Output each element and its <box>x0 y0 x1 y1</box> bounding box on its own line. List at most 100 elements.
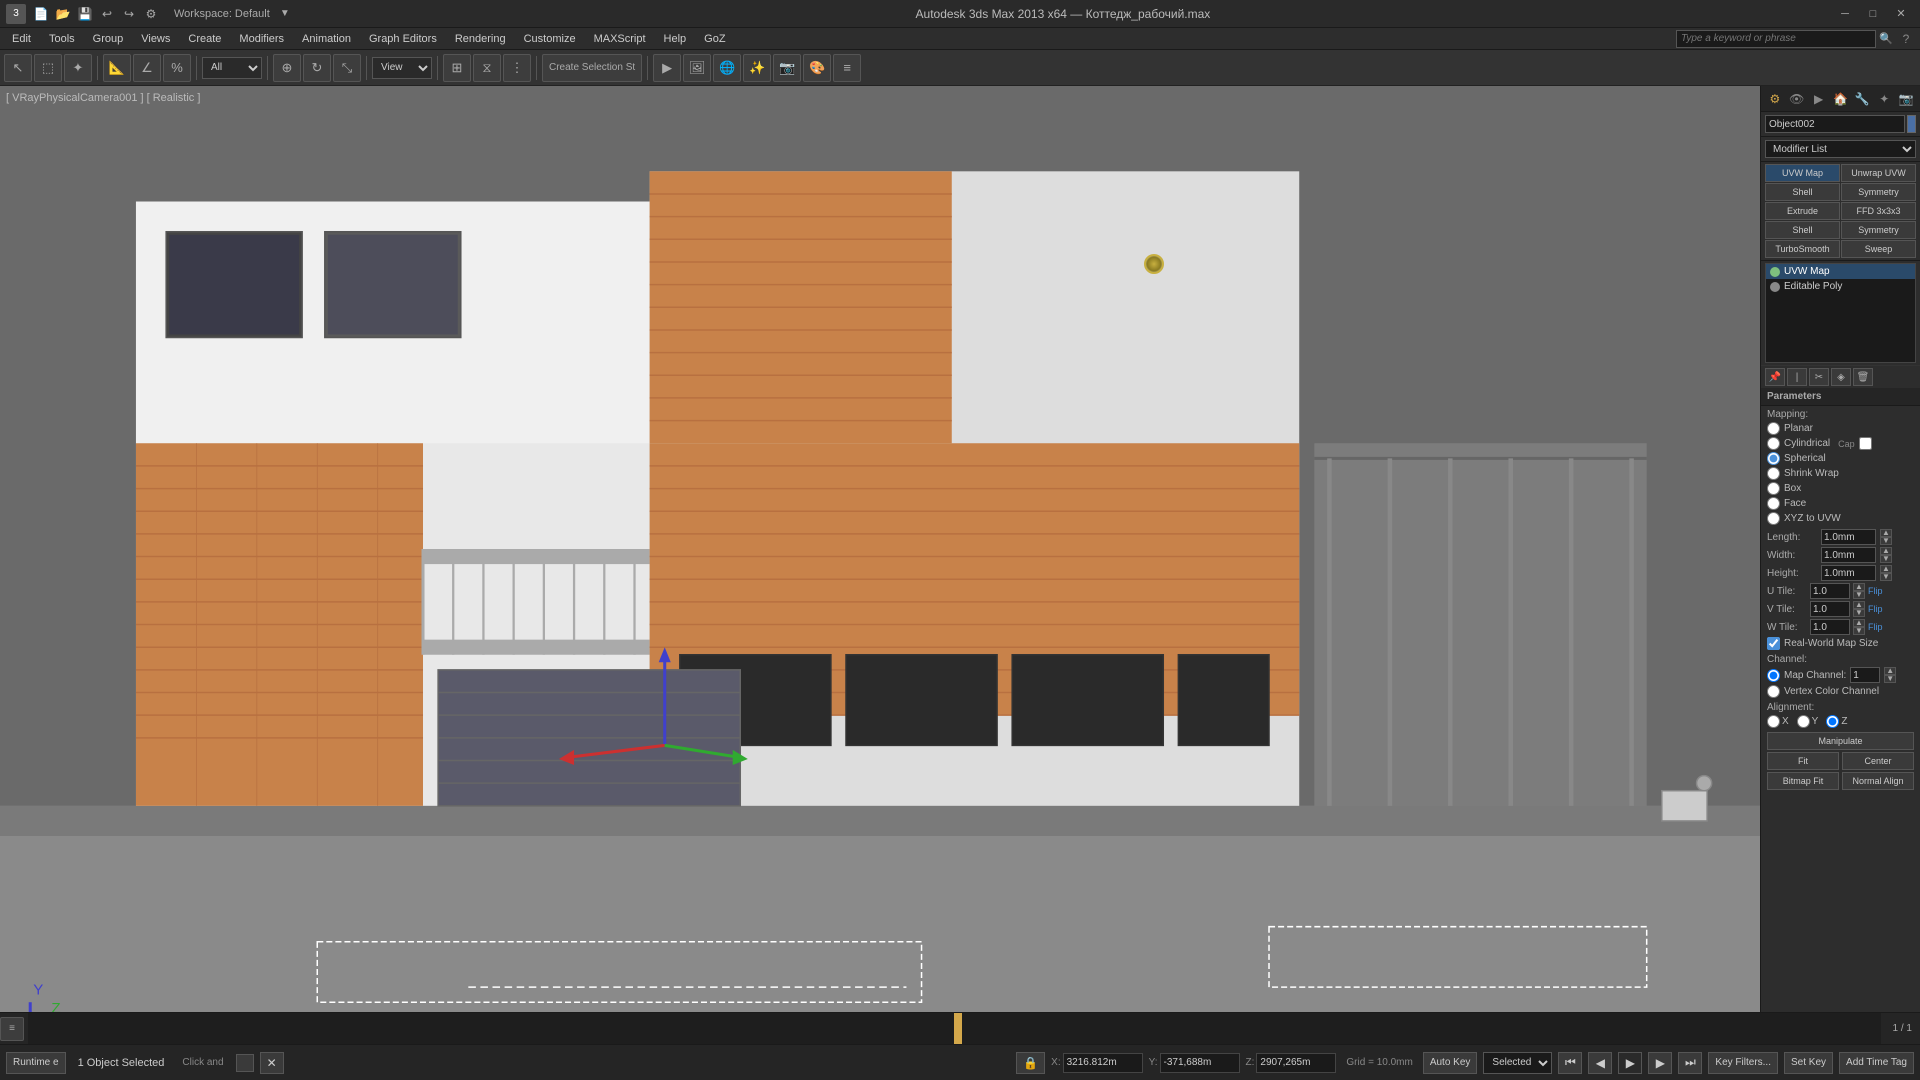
fit-btn[interactable]: Fit <box>1767 752 1839 770</box>
mod-btn-shell1[interactable]: Shell <box>1765 183 1840 201</box>
menu-modifiers[interactable]: Modifiers <box>231 31 292 47</box>
view-select[interactable]: View <box>372 57 432 79</box>
render-frame-btn[interactable]: 🖼 <box>683 54 711 82</box>
maximize-button[interactable]: □ <box>1860 5 1886 23</box>
timeline-track[interactable] <box>28 1013 1881 1044</box>
u-tile-input[interactable] <box>1810 583 1850 599</box>
w-flip-btn[interactable]: Flip <box>1868 622 1883 632</box>
settings-btn[interactable]: ⚙ <box>142 5 160 23</box>
mod-btn-ffd[interactable]: FFD 3x3x3 <box>1841 202 1916 220</box>
cancel-btn[interactable]: ✕ <box>260 1052 284 1074</box>
cap-checkbox[interactable] <box>1859 437 1872 450</box>
u-tile-down[interactable]: ▼ <box>1853 591 1865 599</box>
search-input[interactable] <box>1676 30 1876 48</box>
mirror-btn[interactable]: ⧖ <box>473 54 501 82</box>
new-btn[interactable]: 📄 <box>32 5 50 23</box>
modify-panel-btn[interactable]: ⚙ <box>1765 89 1785 109</box>
object-color-swatch[interactable] <box>1907 115 1916 133</box>
v-flip-btn[interactable]: Flip <box>1868 604 1883 614</box>
layer-btn[interactable]: ≡ <box>833 54 861 82</box>
env-btn[interactable]: 🌐 <box>713 54 741 82</box>
move-btn[interactable]: ⊕ <box>273 54 301 82</box>
mod-btn-turbosmooth[interactable]: TurboSmooth <box>1765 240 1840 258</box>
mod-btn-uwv[interactable]: UVW Map <box>1765 164 1840 182</box>
array-btn[interactable]: ⋮ <box>503 54 531 82</box>
select-region-btn[interactable]: ⬚ <box>34 54 62 82</box>
y-input[interactable] <box>1160 1053 1240 1073</box>
remove-modifier-btn[interactable]: 🗑 <box>1853 368 1873 386</box>
workspace-dropdown[interactable]: ▼ <box>276 5 294 23</box>
selection-filter[interactable]: All <box>202 57 262 79</box>
align-y-radio[interactable]: Y <box>1797 715 1819 728</box>
auto-key-btn[interactable]: Auto Key <box>1423 1052 1478 1074</box>
select-btn[interactable]: ↖ <box>4 54 32 82</box>
menu-rendering[interactable]: Rendering <box>447 31 514 47</box>
click-input[interactable] <box>236 1054 254 1072</box>
show-bone-btn[interactable]: ✂ <box>1809 368 1829 386</box>
stack-item-editpoly[interactable]: Editable Poly <box>1766 279 1915 294</box>
mod-btn-shell2[interactable]: Shell <box>1765 221 1840 239</box>
modifier-stack[interactable]: UVW Map Editable Poly <box>1765 263 1916 363</box>
go-to-end-btn[interactable]: ⏭ <box>1678 1052 1702 1074</box>
mod-btn-unwrap[interactable]: Unwrap UVW <box>1841 164 1916 182</box>
go-to-start-btn[interactable]: ⏮ <box>1558 1052 1582 1074</box>
planar-radio[interactable]: Planar <box>1767 422 1914 435</box>
menu-customize[interactable]: Customize <box>516 31 584 47</box>
make-unique-btn[interactable]: ◈ <box>1831 368 1851 386</box>
menu-graph-editors[interactable]: Graph Editors <box>361 31 445 47</box>
w-tile-input[interactable] <box>1810 619 1850 635</box>
viewport[interactable]: [ VRayPhysicalCamera001 ] [ Realistic ] <box>0 86 1760 1012</box>
menu-help[interactable]: Help <box>656 31 695 47</box>
snap-toggle[interactable]: 📐 <box>103 54 131 82</box>
timeline-settings-btn[interactable]: ≡ <box>0 1017 24 1041</box>
mat-editor-btn[interactable]: 🎨 <box>803 54 831 82</box>
utilities-panel-btn[interactable]: 🔧 <box>1852 89 1872 109</box>
save-btn[interactable]: 💾 <box>76 5 94 23</box>
width-input[interactable] <box>1821 547 1876 563</box>
add-time-tag-btn[interactable]: Add Time Tag <box>1839 1052 1914 1074</box>
width-down-btn[interactable]: ▼ <box>1880 555 1892 563</box>
align-x-radio[interactable]: X <box>1767 715 1789 728</box>
render-to-tex-btn[interactable]: 📷 <box>773 54 801 82</box>
timeline-slider[interactable] <box>954 1013 962 1044</box>
align-btn[interactable]: ⊞ <box>443 54 471 82</box>
redo-btn[interactable]: ↪ <box>120 5 138 23</box>
undo-btn[interactable]: ↩ <box>98 5 116 23</box>
close-button[interactable]: ✕ <box>1888 5 1914 23</box>
menu-views[interactable]: Views <box>133 31 178 47</box>
xyz-to-uvw-radio[interactable]: XYZ to UVW <box>1767 512 1914 525</box>
spherical-radio[interactable]: Spherical <box>1767 452 1914 465</box>
menu-create[interactable]: Create <box>180 31 229 47</box>
menu-tools[interactable]: Tools <box>41 31 83 47</box>
bitmap-fit-btn[interactable]: Bitmap Fit <box>1767 772 1839 790</box>
selected-dropdown[interactable]: Selected <box>1483 1052 1552 1074</box>
map-channel-radio[interactable]: Map Channel: ▲ ▼ <box>1767 667 1914 683</box>
length-down-btn[interactable]: ▼ <box>1880 537 1892 545</box>
angle-snap[interactable]: ∠ <box>133 54 161 82</box>
shrink-wrap-radio[interactable]: Shrink Wrap <box>1767 467 1914 480</box>
length-input[interactable] <box>1821 529 1876 545</box>
v-tile-down[interactable]: ▼ <box>1853 609 1865 617</box>
next-frame-btn[interactable]: ▶ <box>1648 1052 1672 1074</box>
select-object-btn[interactable]: ✦ <box>64 54 92 82</box>
set-key-btn[interactable]: Set Key <box>1784 1052 1833 1074</box>
display-panel-btn[interactable]: 👁 <box>1787 89 1807 109</box>
menu-group[interactable]: Group <box>85 31 132 47</box>
rotate-btn[interactable]: ↻ <box>303 54 331 82</box>
menu-edit[interactable]: Edit <box>4 31 39 47</box>
search-btn[interactable]: 🔍 <box>1876 29 1896 49</box>
u-flip-btn[interactable]: Flip <box>1868 586 1883 596</box>
center-btn[interactable]: Center <box>1842 752 1914 770</box>
menu-goz[interactable]: GoZ <box>696 31 733 47</box>
render-props-btn[interactable]: 📷 <box>1896 89 1916 109</box>
align-z-radio[interactable]: Z <box>1826 715 1847 728</box>
percent-snap[interactable]: % <box>163 54 191 82</box>
pin-stack-btn[interactable]: 📌 <box>1765 368 1785 386</box>
normal-align-btn[interactable]: Normal Align <box>1842 772 1914 790</box>
mod-btn-extrude[interactable]: Extrude <box>1765 202 1840 220</box>
menu-animation[interactable]: Animation <box>294 31 359 47</box>
minimize-button[interactable]: ─ <box>1832 5 1858 23</box>
face-radio[interactable]: Face <box>1767 497 1914 510</box>
hierarchy-panel-btn[interactable]: 🏠 <box>1831 89 1851 109</box>
play-btn[interactable]: ▶ <box>1618 1052 1642 1074</box>
